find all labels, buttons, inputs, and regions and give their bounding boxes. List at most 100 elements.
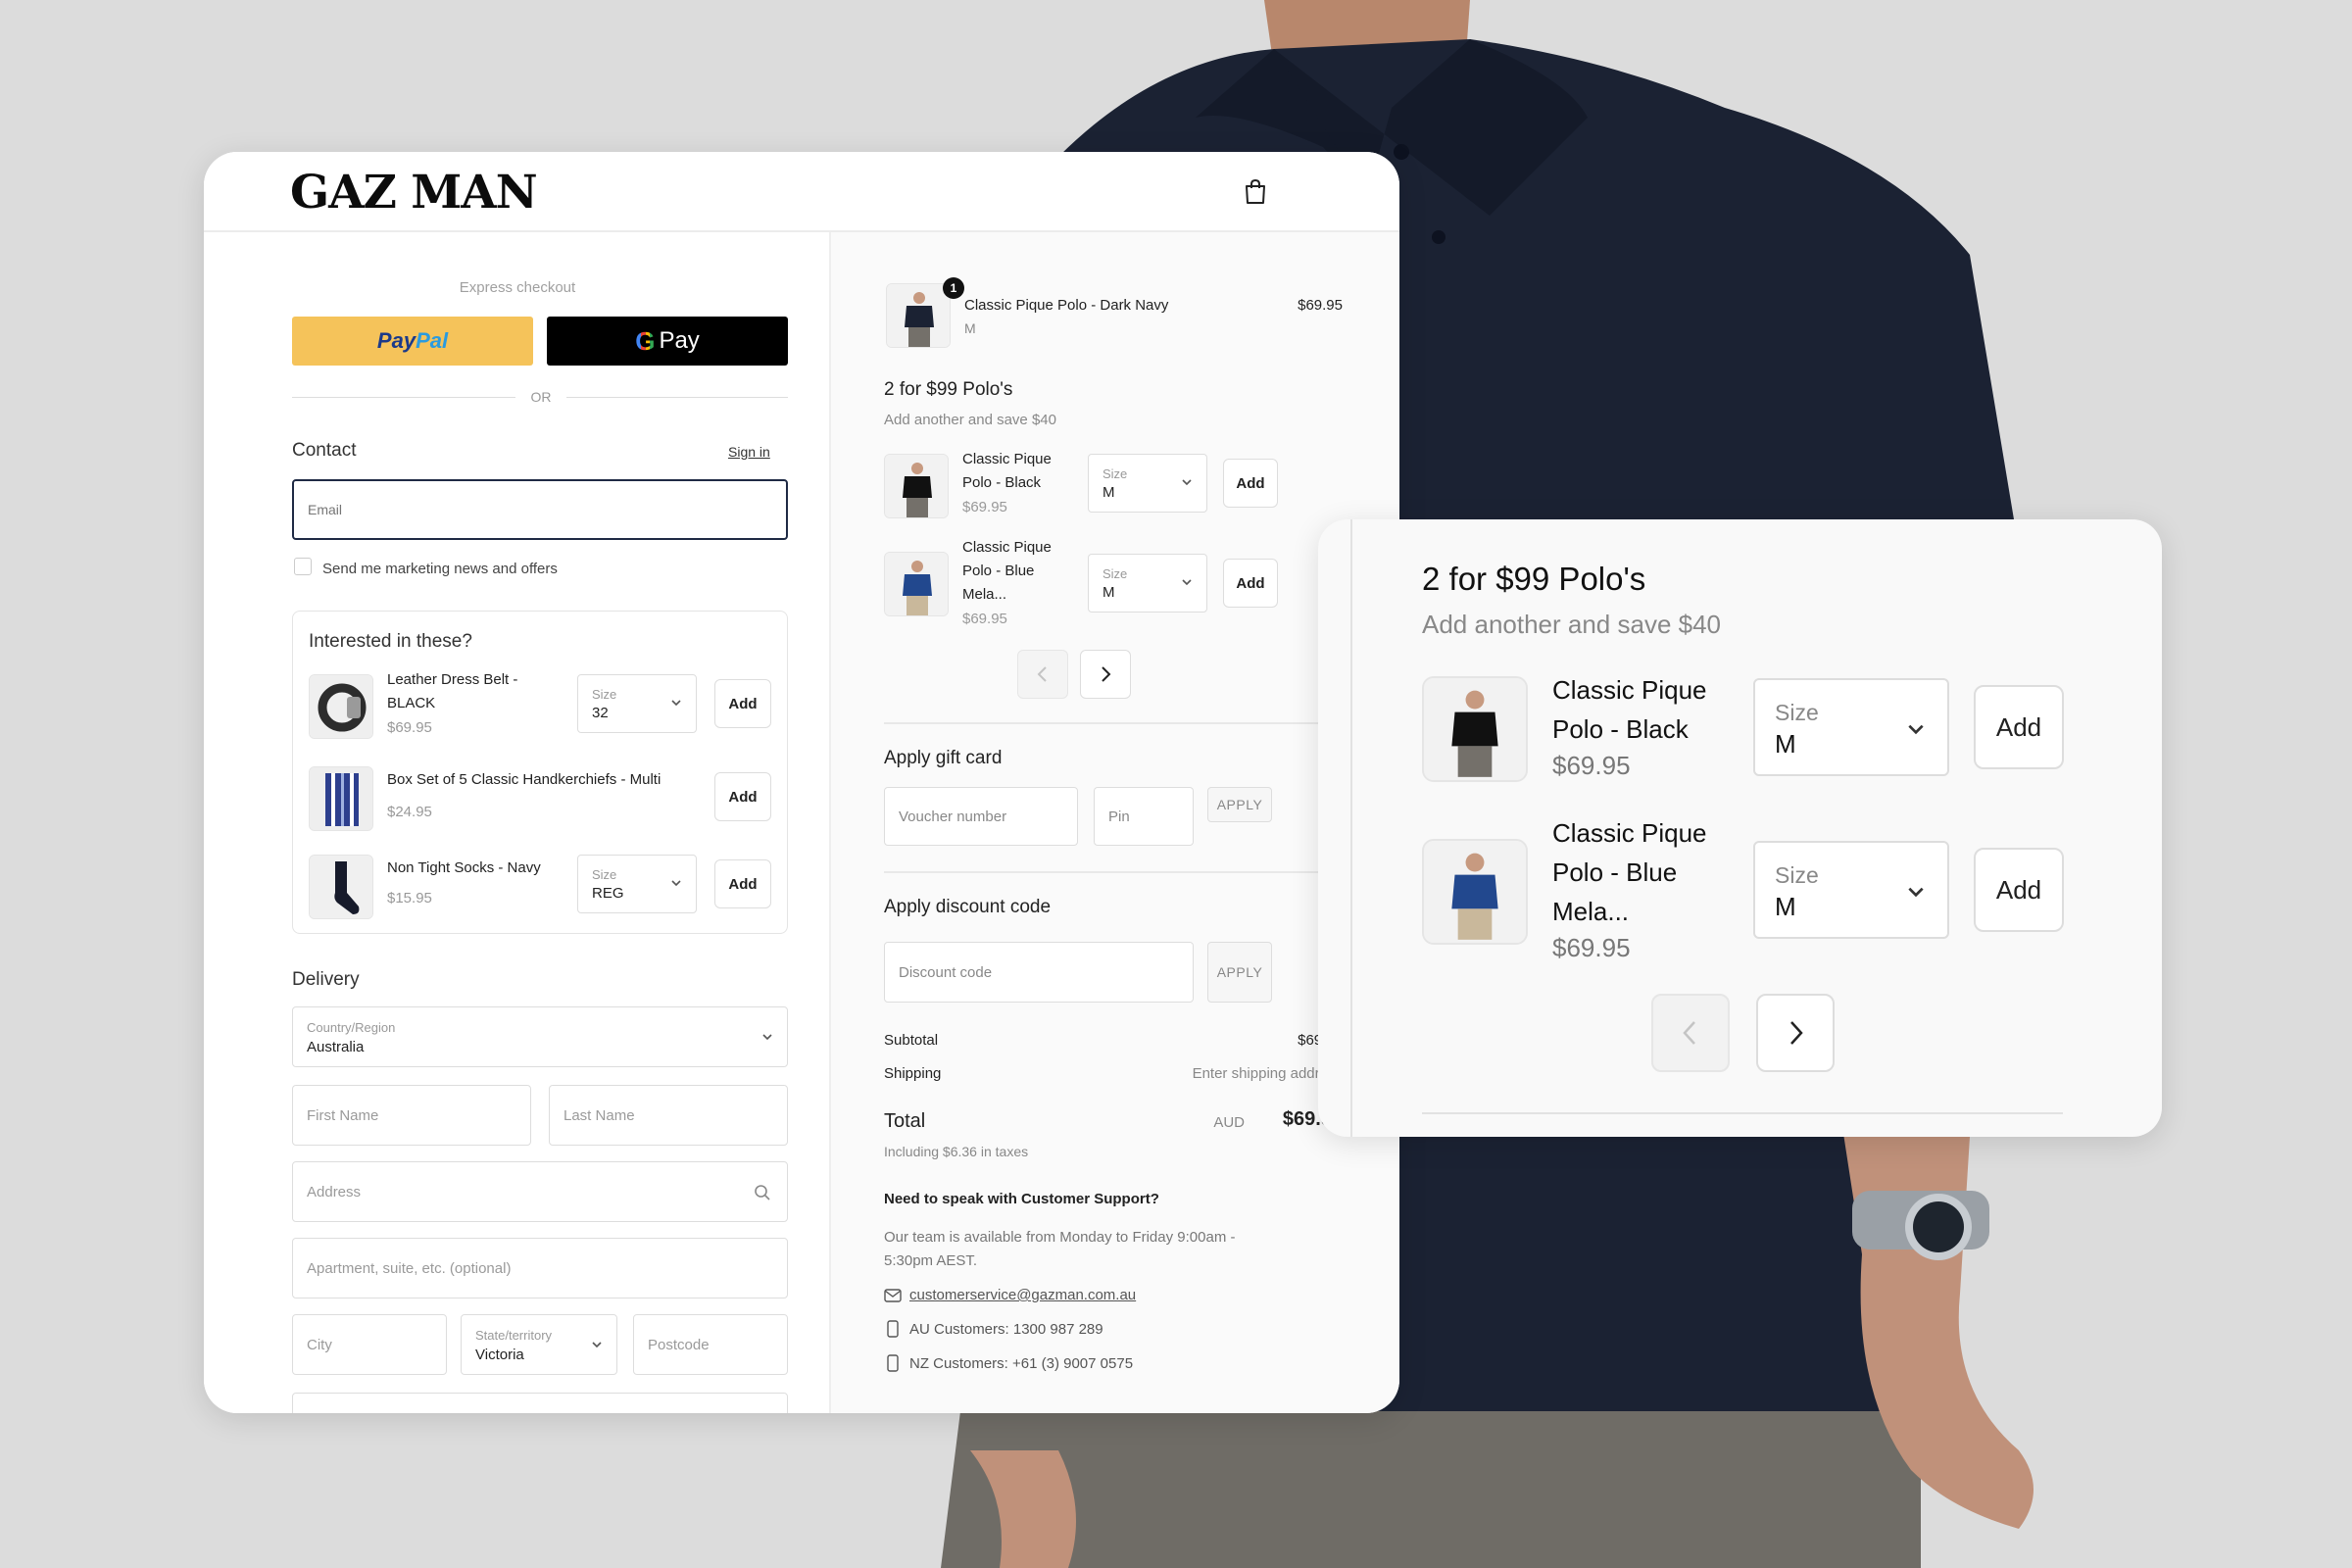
product-name: Box Set of 5 Classic Handkerchiefs - Mul… bbox=[387, 771, 662, 788]
postcode-placeholder: Postcode bbox=[648, 1336, 710, 1353]
chevron-down-icon bbox=[671, 700, 681, 707]
size-label: Size bbox=[1775, 700, 1819, 725]
product-thumbnail-handkerchiefs[interactable] bbox=[309, 766, 373, 831]
pin-placeholder: Pin bbox=[1108, 808, 1130, 825]
discount-code-field[interactable]: Discount code bbox=[884, 942, 1194, 1003]
google-pay-label: Pay bbox=[659, 327, 700, 354]
black-polo-image bbox=[1424, 678, 1526, 780]
support-hours: Our team is available from Monday to Fri… bbox=[884, 1226, 1235, 1273]
apartment-field[interactable]: Apartment, suite, etc. (optional) bbox=[292, 1238, 788, 1298]
belt-image bbox=[310, 675, 372, 738]
add-button[interactable]: Add bbox=[714, 859, 771, 908]
first-name-field[interactable]: First Name bbox=[292, 1085, 531, 1146]
divider bbox=[1350, 519, 1352, 1137]
size-select[interactable]: Size REG bbox=[577, 855, 697, 913]
product-name-line: Classic Pique bbox=[1552, 675, 1707, 705]
size-value: 32 bbox=[592, 705, 609, 721]
product-thumbnail-socks[interactable] bbox=[309, 855, 373, 919]
add-button[interactable]: Add bbox=[714, 679, 771, 728]
checkout-form: Express checkout Pay Pal G Pay OR Contact … bbox=[204, 232, 831, 1413]
product-price: $69.95 bbox=[1552, 933, 1631, 962]
product-name-line: Leather Dress Belt - bbox=[387, 671, 518, 688]
add-button[interactable]: Add bbox=[1974, 848, 2064, 932]
address-placeholder: Address bbox=[307, 1183, 362, 1200]
sign-in-link[interactable]: Sign in bbox=[728, 444, 770, 460]
product-price: $69.95 bbox=[387, 719, 432, 736]
phone-icon bbox=[887, 1354, 899, 1372]
product-thumbnail-black-polo[interactable] bbox=[1422, 676, 1528, 782]
promo-subtitle: Add another and save $40 bbox=[1422, 610, 1722, 639]
size-select[interactable]: Size M bbox=[1753, 678, 1949, 776]
brand-logo[interactable]: GAZ MAN bbox=[290, 166, 538, 220]
product-price: $24.95 bbox=[387, 804, 432, 820]
chevron-down-icon bbox=[592, 1342, 602, 1348]
chevron-down-icon bbox=[1908, 724, 1924, 735]
product-price: $69.95 bbox=[1552, 751, 1631, 780]
marketing-checkbox[interactable] bbox=[294, 558, 312, 575]
total-label: Total bbox=[884, 1110, 926, 1132]
product-name-line: Classic Pique bbox=[1552, 818, 1707, 848]
nz-phone[interactable]: NZ Customers: +61 (3) 9007 0575 bbox=[909, 1355, 1133, 1372]
product-name-line: Mela... bbox=[1552, 897, 1630, 926]
upsell-panel: Interested in these? Leather Dress Belt … bbox=[292, 611, 788, 934]
chevron-down-icon bbox=[762, 1034, 772, 1041]
shopping-bag-icon[interactable] bbox=[1243, 177, 1268, 205]
product-thumbnail-belt[interactable] bbox=[309, 674, 373, 739]
size-label: Size bbox=[592, 687, 617, 702]
previous-page-button[interactable] bbox=[1017, 650, 1068, 699]
gift-card-heading: Apply gift card bbox=[884, 748, 1003, 768]
voucher-number-field[interactable]: Voucher number bbox=[884, 787, 1078, 846]
discount-heading: Apply discount code bbox=[884, 897, 1052, 917]
or-separator: OR bbox=[530, 389, 552, 405]
add-button[interactable]: Add bbox=[714, 772, 771, 821]
blue-polo-image bbox=[1424, 841, 1526, 943]
size-value: M bbox=[1775, 729, 1796, 759]
chevron-left-icon bbox=[1037, 666, 1047, 682]
divider bbox=[884, 722, 1343, 724]
discount-placeholder: Discount code bbox=[899, 963, 993, 981]
chevron-left-icon bbox=[1683, 1021, 1695, 1045]
support-email-link[interactable]: customerservice@gazman.com.au bbox=[909, 1287, 1136, 1303]
product-thumbnail-blue-polo[interactable] bbox=[1422, 839, 1528, 945]
product-name: Classic Pique Polo - Blue Mela... bbox=[1552, 813, 1707, 931]
currency-code: AUD bbox=[1213, 1114, 1245, 1131]
au-phone[interactable]: AU Customers: 1300 987 289 bbox=[909, 1321, 1103, 1338]
divider bbox=[292, 397, 515, 398]
express-checkout-label: Express checkout bbox=[459, 279, 576, 296]
divider bbox=[1422, 1112, 2063, 1114]
country-select[interactable]: Country/Region Australia bbox=[292, 1006, 788, 1067]
state-label: State/territory bbox=[475, 1328, 553, 1343]
paypal-button[interactable]: Pay Pal bbox=[292, 317, 533, 366]
product-name-line: Polo - Black bbox=[1552, 714, 1689, 744]
city-placeholder: City bbox=[307, 1336, 332, 1353]
size-label: Size bbox=[1775, 862, 1819, 888]
size-select[interactable]: Size 32 bbox=[577, 674, 697, 733]
handkerchiefs-image bbox=[310, 767, 372, 830]
size-label: Size bbox=[592, 867, 617, 882]
size-select[interactable]: Size M bbox=[1753, 841, 1949, 939]
apply-discount-button[interactable]: APPLY bbox=[1207, 942, 1272, 1003]
country-value: Australia bbox=[307, 1039, 365, 1055]
product-name: Leather Dress Belt - BLACK bbox=[387, 668, 517, 715]
add-button[interactable]: Add bbox=[1974, 685, 2064, 769]
state-select[interactable]: State/territory Victoria bbox=[461, 1314, 617, 1375]
email-field[interactable] bbox=[292, 479, 788, 540]
postcode-field[interactable]: Postcode bbox=[633, 1314, 788, 1375]
apply-gift-card-button[interactable]: APPLY bbox=[1207, 787, 1272, 822]
support-hours-line: Our team is available from Monday to Fri… bbox=[884, 1229, 1236, 1246]
shipping-label: Shipping bbox=[884, 1065, 942, 1082]
next-page-button[interactable] bbox=[1756, 994, 1835, 1072]
address-field[interactable]: Address bbox=[292, 1161, 788, 1222]
phone-icon bbox=[887, 1320, 899, 1338]
phone-field[interactable] bbox=[292, 1393, 788, 1413]
google-pay-button[interactable]: G Pay bbox=[547, 317, 788, 366]
chevron-right-icon bbox=[1102, 666, 1111, 682]
previous-page-button[interactable] bbox=[1651, 994, 1730, 1072]
city-field[interactable]: City bbox=[292, 1314, 447, 1375]
next-page-button[interactable] bbox=[1080, 650, 1131, 699]
last-name-field[interactable]: Last Name bbox=[549, 1085, 788, 1146]
support-hours-line: 5:30pm AEST. bbox=[884, 1252, 978, 1269]
product-name: Non Tight Socks - Navy bbox=[387, 859, 541, 876]
pin-field[interactable]: Pin bbox=[1094, 787, 1194, 846]
mail-icon bbox=[884, 1289, 902, 1302]
